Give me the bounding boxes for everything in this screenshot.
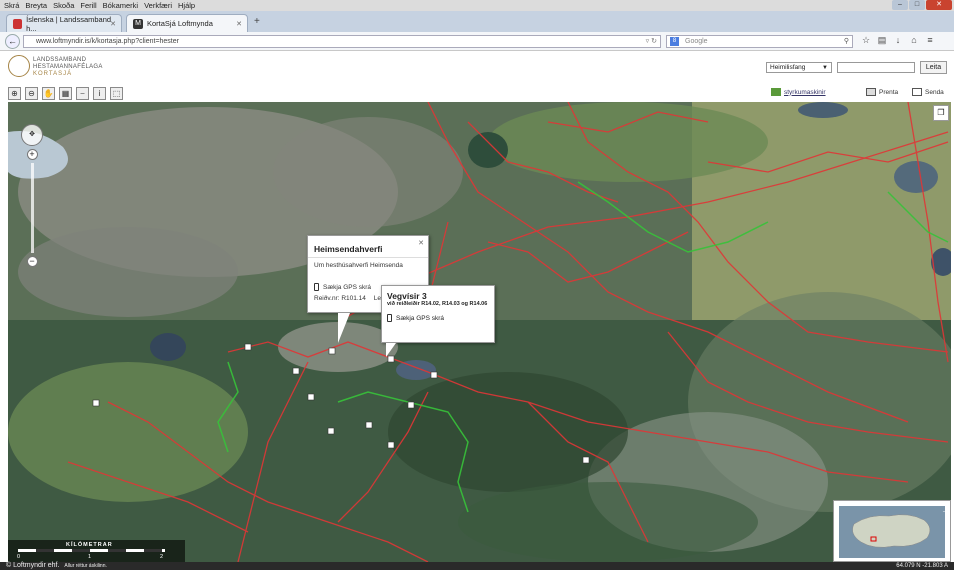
- download-icon[interactable]: ↓: [890, 35, 906, 46]
- printer-icon: [866, 88, 876, 96]
- scale-tick: 2: [160, 554, 164, 560]
- gps-download-link[interactable]: Sækja GPS skrá: [387, 314, 489, 322]
- collapse-overview-icon[interactable]: →: [941, 505, 950, 515]
- phone-icon: [314, 283, 319, 291]
- styrkumaskinir-label: styrkumaskinir: [784, 88, 826, 96]
- select-value: Heimilisfang: [770, 64, 806, 71]
- tab-label: KortaSjá Loftmynda: [147, 19, 213, 28]
- zoom-plus-icon[interactable]: +: [26, 149, 38, 160]
- scale-label: KÍLÓMETRAR: [66, 542, 113, 548]
- popup-tail: [386, 343, 396, 357]
- popup-description: Um hesthúsahverfi Heimsenda: [314, 262, 403, 269]
- close-tab-icon[interactable]: ✕: [110, 20, 116, 28]
- menu-tools[interactable]: Verkfæri: [144, 1, 172, 10]
- scale-tick: 1: [88, 554, 92, 560]
- select-icon[interactable]: ⬚: [110, 87, 123, 100]
- folder-icon: [771, 88, 781, 96]
- styrkumaskinir-link[interactable]: styrkumaskinir: [771, 88, 826, 96]
- minimize-icon[interactable]: –: [892, 0, 908, 10]
- chevron-down-icon: ▼: [822, 65, 828, 71]
- menu-help[interactable]: Hjálp: [178, 1, 195, 10]
- menu-file[interactable]: Skrá: [4, 1, 19, 10]
- navigation-bar: ← www.loftmyndir.is/k/kortasja.php?clien…: [0, 32, 954, 51]
- overview-map-image: [839, 506, 945, 558]
- status-bar: © Loftmyndir ehf. Allur réttur áskilinn.…: [0, 562, 954, 570]
- pan-control-icon[interactable]: ✥: [21, 124, 43, 146]
- menu-view[interactable]: Skoða: [53, 1, 74, 10]
- info-icon[interactable]: i: [93, 87, 106, 100]
- search-icon[interactable]: ⚲: [844, 36, 849, 48]
- scale-icon[interactable]: ⎯: [76, 87, 89, 100]
- maximize-icon[interactable]: □: [909, 0, 925, 10]
- scale-graphic: [18, 549, 165, 552]
- tab-landssamband[interactable]: Íslenska | Landssamband h... ✕: [6, 14, 122, 33]
- gps-label: Sækja GPS skrá: [396, 314, 445, 322]
- zoom-minus-icon[interactable]: −: [26, 256, 38, 267]
- logo-line2: HESTAMANNAFÉLAGA: [33, 64, 103, 70]
- search-type-select[interactable]: Heimilisfang ▼: [766, 62, 832, 73]
- popup-vegvisir: Vegvísir 3 við reiðleiðir R14.02, R14.03…: [381, 285, 495, 343]
- tab-kortasja[interactable]: M KortaSjá Loftmynda ✕: [126, 14, 248, 32]
- close-popup-icon[interactable]: ✕: [418, 239, 424, 247]
- print-label: Prenta: [879, 88, 899, 96]
- send-button[interactable]: Senda: [912, 88, 944, 96]
- close-tab-icon[interactable]: ✕: [236, 20, 242, 28]
- google-icon: 8: [670, 37, 679, 46]
- close-icon[interactable]: ✕: [926, 0, 952, 10]
- map-toolbar: ⊕ ⊖ ✋ ▦ ⎯ i ⬚ styrkumaskinir Prenta Send…: [0, 85, 954, 102]
- map-view[interactable]: ✥ + − ❐ Heimsendahverfi ✕ Um hesthúsahve…: [8, 102, 951, 562]
- menu-history[interactable]: Ferill: [80, 1, 96, 10]
- menu-bar: Skrá Breyta Skoða Ferill Bókamerki Verkf…: [0, 0, 954, 11]
- zoom-in-icon[interactable]: ⊕: [8, 87, 21, 100]
- landssamband-logo-icon: [8, 55, 30, 77]
- pan-icon[interactable]: ✋: [42, 87, 55, 100]
- new-tab-icon[interactable]: +: [254, 16, 260, 27]
- tab-bar: Íslenska | Landssamband h... ✕ M KortaSj…: [0, 11, 954, 33]
- measure-icon[interactable]: ▦: [59, 87, 72, 100]
- menu-icon[interactable]: ≡: [922, 35, 938, 46]
- layer-switcher-icon[interactable]: ❐: [933, 105, 949, 121]
- overview-map[interactable]: [833, 500, 951, 562]
- menu-edit[interactable]: Breyta: [25, 1, 47, 10]
- site-favicon-icon: [13, 18, 23, 29]
- site-header: LANDSSAMBAND HESTAMANNAFÉLAGA KORTASJÁ H…: [0, 52, 954, 85]
- bookmark-star-icon[interactable]: ☆: [858, 35, 874, 46]
- popup-tail: [338, 313, 350, 343]
- search-button[interactable]: Leita: [920, 61, 947, 74]
- scale-tick: 0: [17, 554, 21, 560]
- gps-label: Sækja GPS skrá: [323, 283, 372, 291]
- copyright: © Loftmyndir ehf. Allur réttur áskilinn.: [6, 562, 107, 570]
- loftmyndir-favicon-icon: M: [133, 18, 143, 29]
- phone-icon: [387, 314, 392, 322]
- print-button[interactable]: Prenta: [866, 88, 898, 96]
- menu-bookmarks[interactable]: Bókamerki: [103, 1, 138, 10]
- logo-text: LANDSSAMBAND HESTAMANNAFÉLAGA KORTASJÁ: [33, 57, 103, 78]
- reload-icon[interactable]: ▿ ↻: [646, 36, 657, 48]
- zoom-control: ✥ + −: [21, 124, 43, 270]
- zoom-out-icon[interactable]: ⊖: [25, 87, 38, 100]
- scale-bar: KÍLÓMETRAR 0 1 2: [8, 540, 185, 562]
- popup-title: Heimsendahverfi: [308, 236, 428, 258]
- url-text: www.loftmyndir.is/k/kortasja.php?client=…: [36, 38, 179, 45]
- envelope-icon: [912, 88, 922, 96]
- map-search-input[interactable]: [837, 62, 915, 73]
- tab-label: Íslenska | Landssamband h...: [26, 14, 112, 33]
- browser-search-input[interactable]: 8 Google ⚲: [666, 35, 853, 48]
- home-icon[interactable]: ⌂: [906, 35, 922, 46]
- zoom-slider[interactable]: [30, 163, 34, 253]
- address-bar[interactable]: www.loftmyndir.is/k/kortasja.php?client=…: [23, 35, 661, 48]
- send-label: Senda: [925, 88, 944, 96]
- logo-line1: LANDSSAMBAND: [33, 57, 87, 63]
- popup-title: Vegvísir 3: [387, 291, 427, 301]
- copyright-text: © Loftmyndir ehf.: [6, 562, 60, 569]
- coordinate-readout: 64.079 N -21.803 A: [896, 563, 948, 569]
- rights-text: Allur réttur áskilinn.: [64, 563, 107, 569]
- bookmarks-list-icon[interactable]: ▤: [874, 35, 890, 46]
- popup-subtitle: við reiðleiðir R14.02, R14.03 og R14.06: [387, 301, 488, 307]
- logo-line3: KORTASJÁ: [33, 71, 73, 77]
- search-placeholder: Google: [685, 38, 708, 45]
- back-arrow-icon[interactable]: ←: [5, 34, 20, 49]
- route-ref: Reiðv.nr: R101.14: [314, 295, 366, 302]
